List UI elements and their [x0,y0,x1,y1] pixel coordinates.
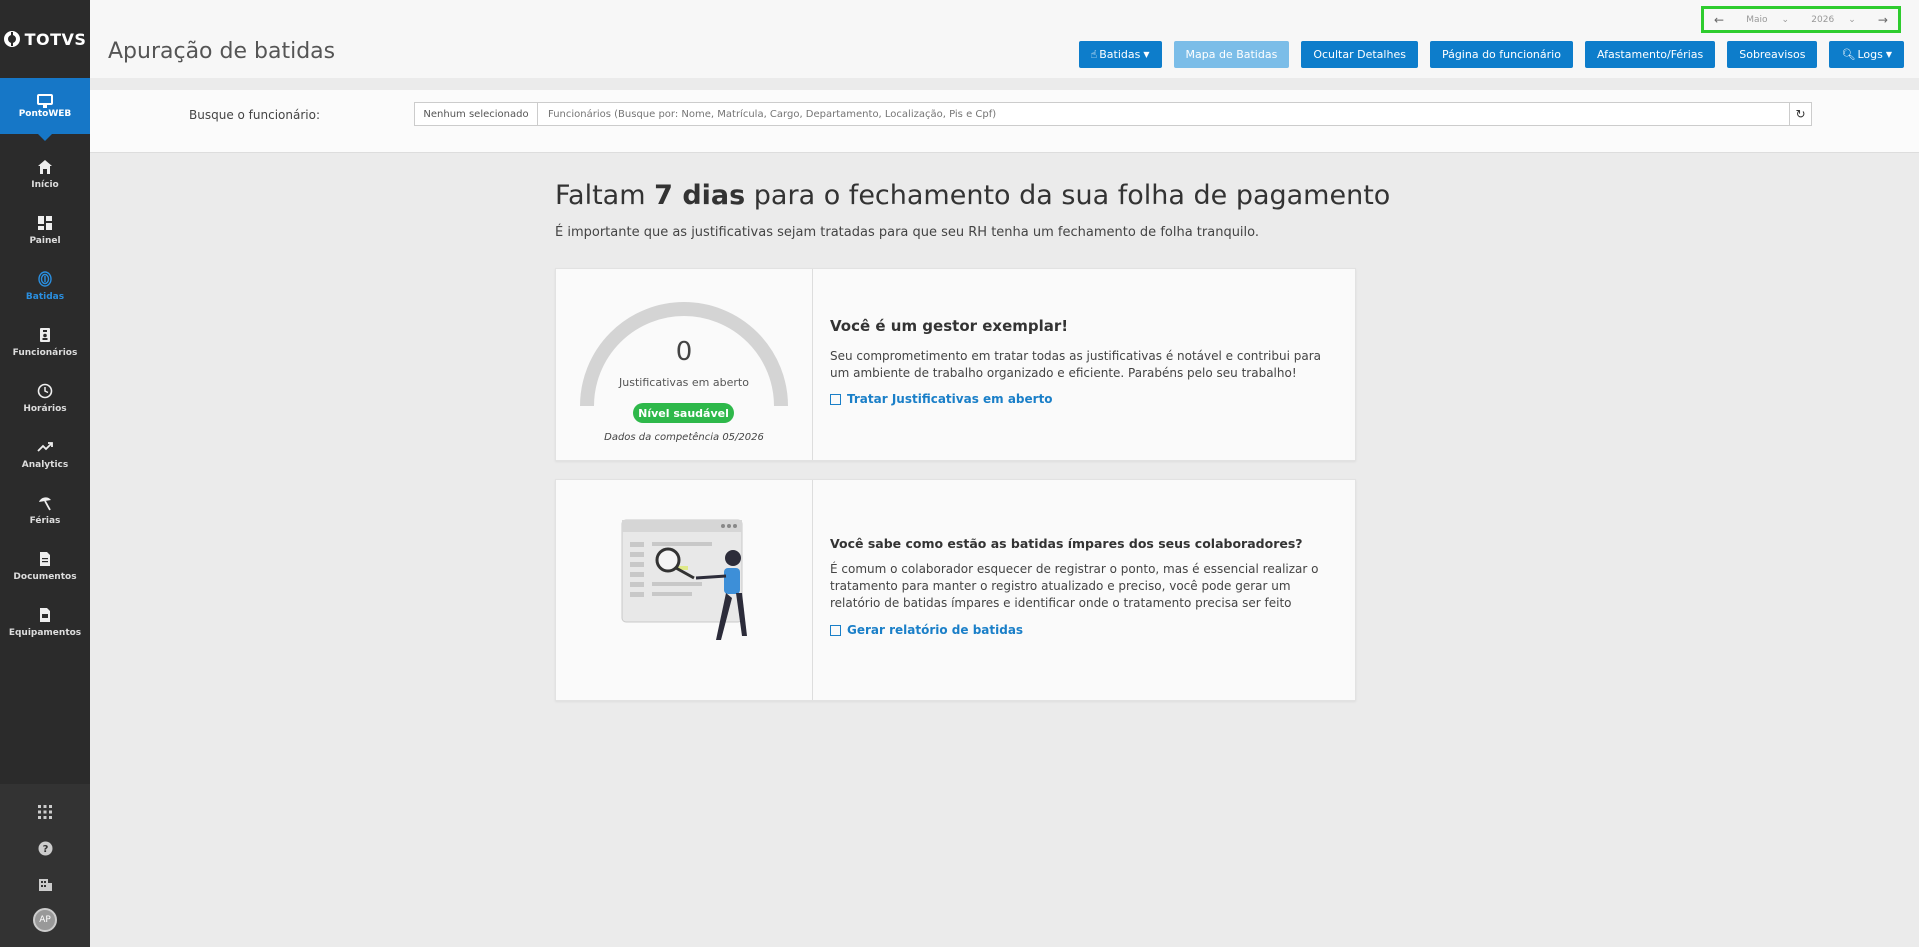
employee-search-group: Nenhum selecionado ↻ [414,102,1812,126]
year-select[interactable]: 2026 ⌄ [1811,15,1855,25]
badge-icon [37,327,53,343]
clock-icon [37,383,53,399]
employee-search-bar: Busque o funcionário: Nenhum selecionado… [90,90,1919,153]
card-title: Você sabe como estão as batidas ímpares … [830,536,1303,551]
afastamento-ferias-button[interactable]: Afastamento/Férias [1584,41,1716,68]
search-icon: 🔍︎ [1841,48,1856,61]
illustration-panel [556,480,813,700]
avatar[interactable]: AP [33,908,57,932]
odd-punches-card: Você sabe como estão as batidas ímpares … [555,479,1356,701]
toolbar: ☝ Batidas ▼ Mapa de Batidas Ocultar Deta… [1078,41,1904,68]
justifications-gauge-panel: 0 Justificativas em aberto Nível saudáve… [556,269,813,460]
tratar-justificativas-link[interactable]: Tratar Justificativas em aberto [830,392,1335,406]
sobreavisos-button[interactable]: Sobreavisos [1727,41,1818,68]
sidebar-item-pontoweb[interactable]: PontoWEB [0,78,90,141]
sidebar-bottom: ? AP [0,784,90,947]
next-period-arrow-icon[interactable]: → [1878,13,1888,27]
document-icon [37,551,53,567]
justifications-content: Você é um gestor exemplar! Seu compromet… [830,269,1335,406]
status-badge: Nível saudável [633,403,734,423]
sidebar-item-horarios[interactable]: Horários [0,370,90,426]
gerar-relatorio-link[interactable]: Gerar relatório de batidas [830,623,1335,637]
sidebar-item-ferias[interactable]: Férias [0,482,90,538]
trend-icon [37,439,53,455]
closing-subheadline: É importante que as justificativas sejam… [555,225,1260,240]
period-selector: ← Maio ⌄ 2026 ⌄ → [1701,6,1901,33]
ocultar-detalhes-button[interactable]: Ocultar Detalhes [1301,41,1418,68]
external-link-icon [830,624,841,636]
sidebar-item-batidas[interactable]: Batidas [0,258,90,314]
card-title: Você é um gestor exemplar! [830,317,1069,335]
sidebar-item-analytics[interactable]: Analytics [0,426,90,482]
equipment-icon [37,607,53,623]
page-title: Apuração de batidas [108,39,336,64]
caret-down-icon: ▼ [1885,50,1892,59]
dashboard-icon [37,215,53,231]
external-link-icon [830,393,841,405]
mapa-de-batidas-button[interactable]: Mapa de Batidas [1173,41,1290,68]
totvs-logo-icon [3,31,20,47]
chevron-down-icon: ⌄ [1781,14,1790,25]
competence-footer: Dados da competência 05/2026 [604,432,764,443]
sidebar-item-inicio[interactable]: Início [0,146,90,202]
totvs-logo[interactable]: TOTVS [0,0,90,78]
gauge-caption: Justificativas em aberto [619,376,749,389]
sidebar-item-painel[interactable]: Painel [0,202,90,258]
previous-period-arrow-icon[interactable]: ← [1714,13,1724,27]
chevron-down-icon: ⌄ [1848,14,1856,25]
sidebar-item-funcionarios[interactable]: Funcionários [0,314,90,370]
sidebar-item-documentos[interactable]: Documentos [0,538,90,594]
selected-employee-indicator[interactable]: Nenhum selecionado [414,102,538,126]
help-icon[interactable]: ? [0,830,90,866]
month-select[interactable]: Maio ⌄ [1746,15,1789,25]
odd-punches-content: Você sabe como estão as batidas ímpares … [830,480,1335,637]
sidebar-item-equipamentos[interactable]: Equipamentos [0,594,90,650]
gauge-value: 0 [675,337,693,367]
refresh-icon[interactable]: ↻ [1790,102,1812,126]
card-text: É comum o colaborador esquecer de regist… [830,562,1319,610]
beach-umbrella-icon [37,495,53,511]
fingerprint-icon [37,270,53,287]
report-illustration [621,519,747,640]
page-header: Apuração de batidas ← Maio ⌄ 2026 ⌄ → ☝ … [90,0,1919,78]
sidebar: TOTVS PontoWEB Início Painel Batidas Fun… [0,0,90,947]
logs-dropdown-button[interactable]: 🔍︎ Logs ▼ [1829,41,1904,68]
pagina-funcionario-button[interactable]: Página do funcionário [1429,41,1573,68]
caret-down-icon: ▼ [1143,50,1150,59]
company-building-icon[interactable] [0,866,90,902]
closing-headline: Faltam 7 dias para o fechamento da sua f… [555,180,1391,211]
thumbs-up-icon: ☝ [1090,48,1098,61]
employee-search-input[interactable] [538,102,1790,126]
batidas-dropdown-button[interactable]: ☝ Batidas ▼ [1078,41,1162,68]
search-label: Busque o funcionário: [189,108,320,122]
apps-grid-icon[interactable] [0,794,90,830]
svg-text:?: ? [42,844,48,855]
user-avatar-wrap: AP [0,902,90,938]
monitor-icon [37,93,53,108]
card-text: Seu comprometimento em tratar todas as j… [830,349,1321,380]
home-icon [37,159,53,175]
justifications-card: 0 Justificativas em aberto Nível saudáve… [555,268,1356,461]
